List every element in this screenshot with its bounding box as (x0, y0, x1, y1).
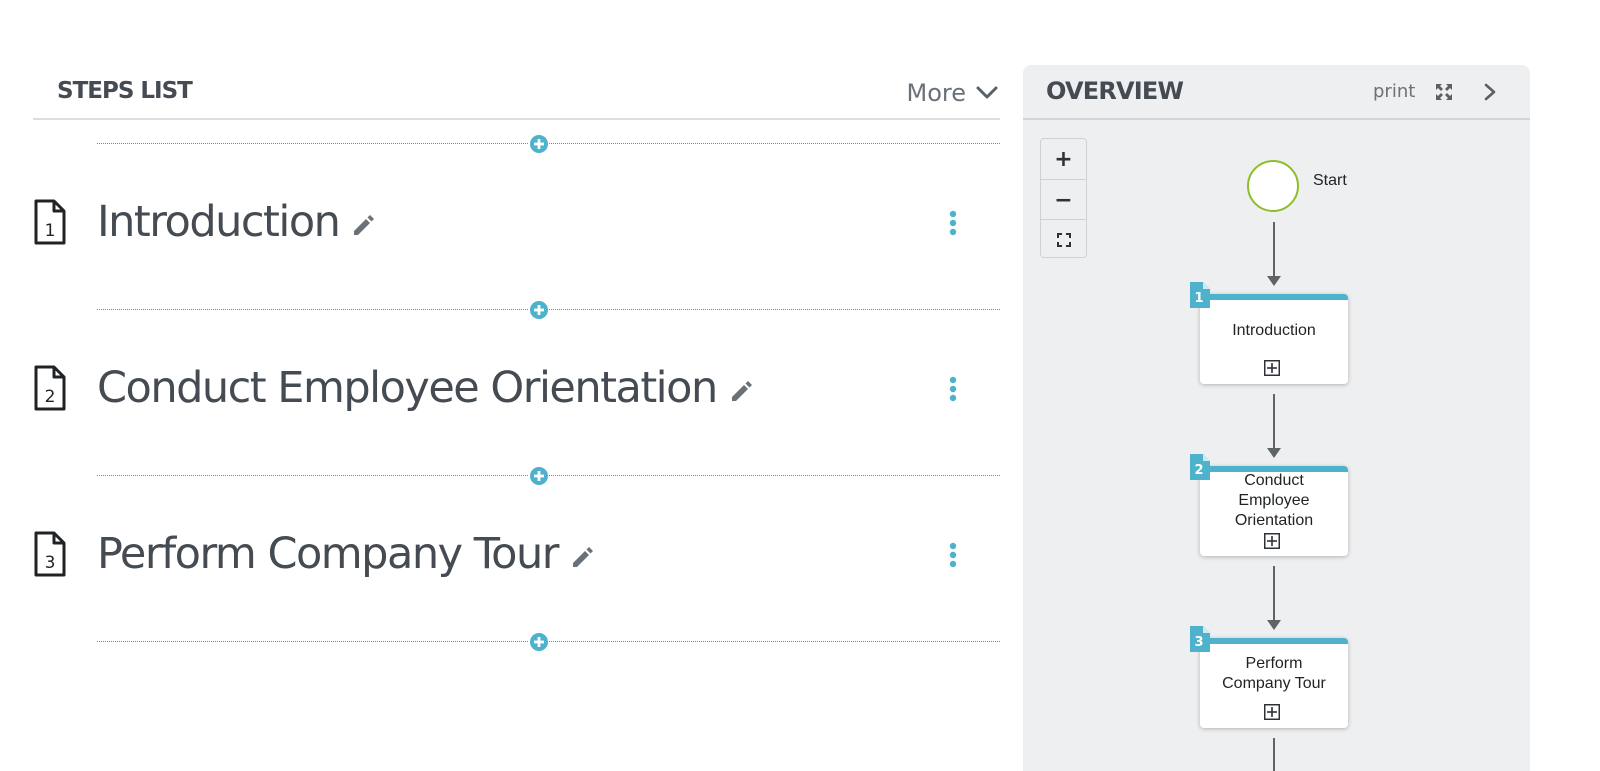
document-number-icon: 1 (1190, 282, 1210, 308)
svg-text:3: 3 (45, 553, 56, 573)
start-label: Start (1313, 172, 1347, 189)
insert-step-divider (97, 466, 1000, 486)
step-name-text: Conduct Employee Orientation (97, 363, 718, 413)
pencil-icon[interactable] (729, 378, 755, 404)
arrow-head (1267, 276, 1281, 286)
kebab-menu-icon (949, 210, 957, 236)
add-circle-icon (530, 135, 548, 153)
steps-list-panel: STEPS LIST More 1 Introduction 2 Conduct… (33, 64, 1000, 771)
document-number-icon: 3 (1190, 626, 1210, 652)
zoom-controls: + − (1040, 138, 1087, 258)
document-number-icon: 1 (34, 199, 66, 245)
zoom-out-button[interactable]: − (1041, 179, 1086, 220)
arrow-head (1267, 620, 1281, 630)
card-label: Conduct Employee Orientation (1234, 472, 1314, 529)
steps-list-title: STEPS LIST (57, 78, 193, 104)
step-options-button[interactable] (941, 206, 965, 240)
insert-step-divider (97, 134, 1000, 154)
pencil-icon[interactable] (351, 212, 377, 238)
step-name-text: Perform Company Tour (97, 529, 559, 579)
add-circle-icon (530, 633, 548, 651)
add-circle-icon (530, 301, 548, 319)
kebab-menu-icon (949, 542, 957, 568)
step-options-button[interactable] (941, 538, 965, 572)
flow-step-card[interactable]: 3 Perform Company Tour (1190, 626, 1348, 728)
insert-step-divider (97, 300, 1000, 320)
expand-box-icon[interactable] (1264, 533, 1280, 549)
insert-step-divider (97, 632, 1000, 652)
step-row[interactable]: 3 Perform Company Tour (33, 524, 1000, 584)
overview-title: OVERVIEW (1046, 77, 1184, 105)
step-title[interactable]: Conduct Employee Orientation (97, 358, 755, 418)
svg-text:3: 3 (1194, 635, 1203, 650)
svg-text:1: 1 (45, 221, 56, 241)
chevron-right-icon[interactable] (1483, 82, 1497, 102)
expand-box-icon[interactable] (1264, 704, 1280, 720)
step-row[interactable]: 2 Conduct Employee Orientation (33, 358, 1000, 418)
more-button[interactable]: More (907, 78, 999, 108)
document-number-icon: 2 (34, 365, 66, 411)
flow-step-card[interactable]: 1 Introduction (1190, 282, 1348, 384)
flow-connector (1273, 738, 1275, 771)
add-step-button[interactable] (529, 300, 549, 320)
overview-panel: OVERVIEW print + − Start 1 Introduction … (1023, 65, 1530, 771)
flow-connector (1273, 566, 1275, 620)
card-label: Perform Company Tour (1222, 655, 1326, 692)
steps-list-header: STEPS LIST More (33, 64, 1000, 120)
step-title[interactable]: Introduction (97, 192, 377, 252)
flow-connector (1273, 222, 1275, 276)
document-number-icon: 3 (34, 531, 66, 577)
step-name-text: Introduction (97, 197, 341, 247)
card-accent-bar (1200, 294, 1348, 300)
step-options-button[interactable] (941, 372, 965, 406)
kebab-menu-icon (949, 376, 957, 402)
svg-text:2: 2 (45, 387, 56, 407)
add-circle-icon (530, 467, 548, 485)
chevron-down-icon (976, 86, 998, 99)
flow-connector (1273, 394, 1275, 448)
expand-box-icon[interactable] (1264, 360, 1280, 376)
print-link[interactable]: print (1373, 81, 1415, 102)
zoom-in-button[interactable]: + (1041, 139, 1086, 179)
flow-step-card[interactable]: 2 Conduct Employee Orientation (1190, 454, 1348, 556)
add-step-button[interactable] (529, 632, 549, 652)
pencil-icon[interactable] (570, 544, 596, 570)
fit-to-screen-button[interactable] (1041, 219, 1086, 260)
step-title[interactable]: Perform Company Tour (97, 524, 596, 584)
arrow-head (1267, 448, 1281, 458)
card-accent-bar (1200, 638, 1348, 644)
svg-text:1: 1 (1194, 291, 1203, 306)
fit-screen-icon (1056, 233, 1071, 247)
start-node[interactable] (1247, 160, 1299, 212)
step-row[interactable]: 1 Introduction (33, 192, 1000, 252)
add-step-button[interactable] (529, 134, 549, 154)
more-label: More (906, 79, 967, 107)
card-label: Introduction (1232, 322, 1316, 339)
expand-icon[interactable] (1435, 83, 1453, 101)
add-step-button[interactable] (529, 466, 549, 486)
overview-header: OVERVIEW print (1023, 65, 1530, 120)
